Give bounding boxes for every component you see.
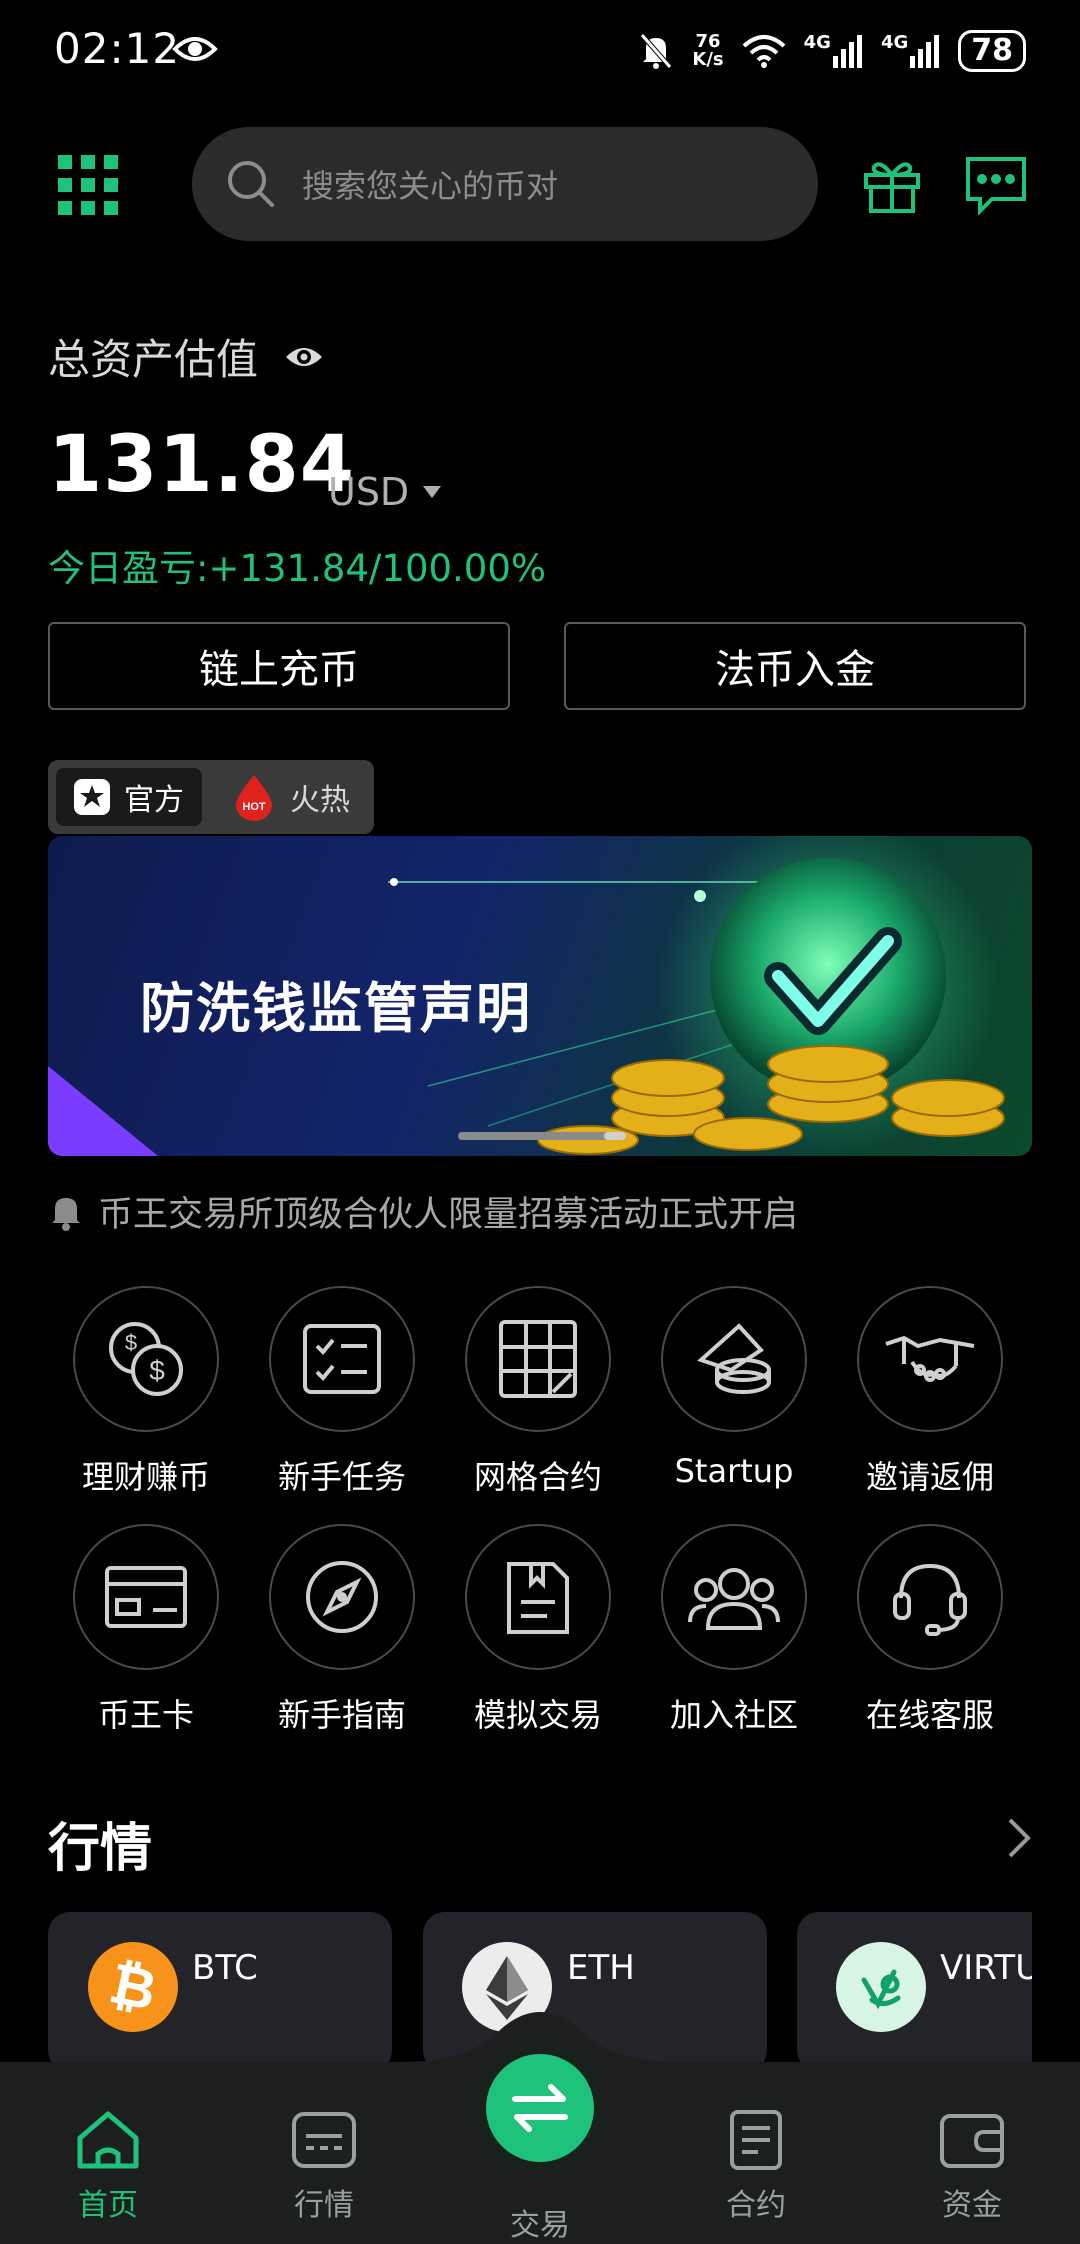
gift-icon[interactable] [862, 155, 922, 215]
signal-4g-1: 4G [804, 34, 863, 68]
headset-icon [857, 1524, 1003, 1670]
caret-down-icon [423, 486, 442, 498]
eye-toggle-icon[interactable] [284, 343, 324, 371]
chevron-right-icon[interactable] [1004, 1816, 1034, 1860]
total-assets-label: 总资产估值 [48, 326, 324, 387]
swap-arrows-icon [512, 2084, 568, 2132]
startup-icon [661, 1286, 807, 1432]
status-time: 02:12 [54, 24, 180, 73]
signal-4g-2: 4G [881, 34, 940, 68]
tab-official[interactable]: 官方 [56, 768, 202, 826]
market-icon [292, 2112, 356, 2168]
quick-earn[interactable]: $ $ 理财赚币 [56, 1286, 236, 1498]
document-icon [465, 1524, 611, 1670]
nav-trade-label: 交易 [510, 2208, 570, 2243]
tab-hot[interactable]: HOT 火热 [232, 768, 350, 826]
nav-trade-button[interactable] [486, 2054, 594, 2162]
fiat-deposit-button[interactable]: 法币入金 [564, 622, 1026, 710]
coin-name-eth: ETH [567, 1948, 635, 1988]
search-icon [228, 161, 274, 207]
battery-indicator: 78 [958, 30, 1026, 72]
hot-drop-icon: HOT [236, 775, 272, 821]
banner-title: 防洗钱监管声明 [140, 977, 532, 1040]
quick-support[interactable]: 在线客服 [840, 1524, 1020, 1736]
net-speed: 76 K/s [692, 31, 724, 70]
contract-icon [730, 2110, 782, 2170]
quick-guide[interactable]: 新手指南 [252, 1524, 432, 1736]
nav-contract[interactable]: 合约 [696, 2108, 816, 2224]
search-placeholder: 搜索您关心的币对 [302, 167, 559, 205]
total-assets-value: 131.84 [48, 420, 355, 510]
card-icon [73, 1524, 219, 1670]
clock-text: 02:12 [54, 24, 181, 73]
svg-text:$: $ [149, 1355, 165, 1386]
coin-name-virtu: VIRTU [940, 1948, 1032, 1988]
handshake-icon [857, 1286, 1003, 1432]
nav-funds[interactable]: 资金 [912, 2108, 1032, 2224]
quick-startup[interactable]: Startup [644, 1286, 824, 1490]
quick-grid-contract[interactable]: 网格合约 [448, 1286, 628, 1498]
star-badge-icon [74, 779, 110, 815]
svg-text:₿: ₿ [104, 1951, 162, 2024]
eye-icon [172, 34, 218, 64]
search-input[interactable]: 搜索您关心的币对 [192, 127, 818, 241]
nav-market[interactable]: 行情 [264, 2108, 384, 2224]
chain-deposit-button[interactable]: 链上充币 [48, 622, 510, 710]
nav-home[interactable]: 首页 [48, 2108, 168, 2224]
status-icons: 76 K/s 4G 4G 78 [638, 26, 1026, 76]
quick-demo-trade[interactable]: 模拟交易 [448, 1524, 628, 1736]
compass-icon [269, 1524, 415, 1670]
virtu-icon [836, 1942, 926, 2032]
quick-newbie-task[interactable]: 新手任务 [252, 1286, 432, 1498]
wifi-icon [742, 35, 785, 68]
quick-card[interactable]: 币王卡 [56, 1524, 236, 1736]
svg-text:$: $ [125, 1330, 137, 1355]
coin-name-btc: BTC [192, 1948, 258, 1988]
currency-selector[interactable]: USD [328, 470, 442, 514]
grid-icon [465, 1286, 611, 1432]
apps-grid-icon[interactable] [58, 155, 122, 219]
task-list-icon [269, 1286, 415, 1432]
btc-icon: ₿ [88, 1942, 178, 2032]
home-icon [77, 2111, 139, 2169]
quick-invite-rebate[interactable]: 邀请返佣 [840, 1286, 1020, 1498]
community-icon [661, 1524, 807, 1670]
announcement-bar[interactable]: 币王交易所顶级合伙人限量招募活动正式开启 [48, 1186, 798, 1237]
mute-bell-icon [640, 33, 673, 69]
daily-pnl: 今日盈亏:+131.84/100.00% [48, 547, 547, 590]
message-icon[interactable] [964, 155, 1028, 215]
market-section-title: 行情 [48, 1819, 153, 1879]
quick-community[interactable]: 加入社区 [644, 1524, 824, 1736]
bell-icon [52, 1197, 80, 1231]
coins-icon: $ $ [73, 1286, 219, 1432]
wallet-icon [940, 2114, 1004, 2168]
svg-text:HOT: HOT [242, 801, 266, 813]
